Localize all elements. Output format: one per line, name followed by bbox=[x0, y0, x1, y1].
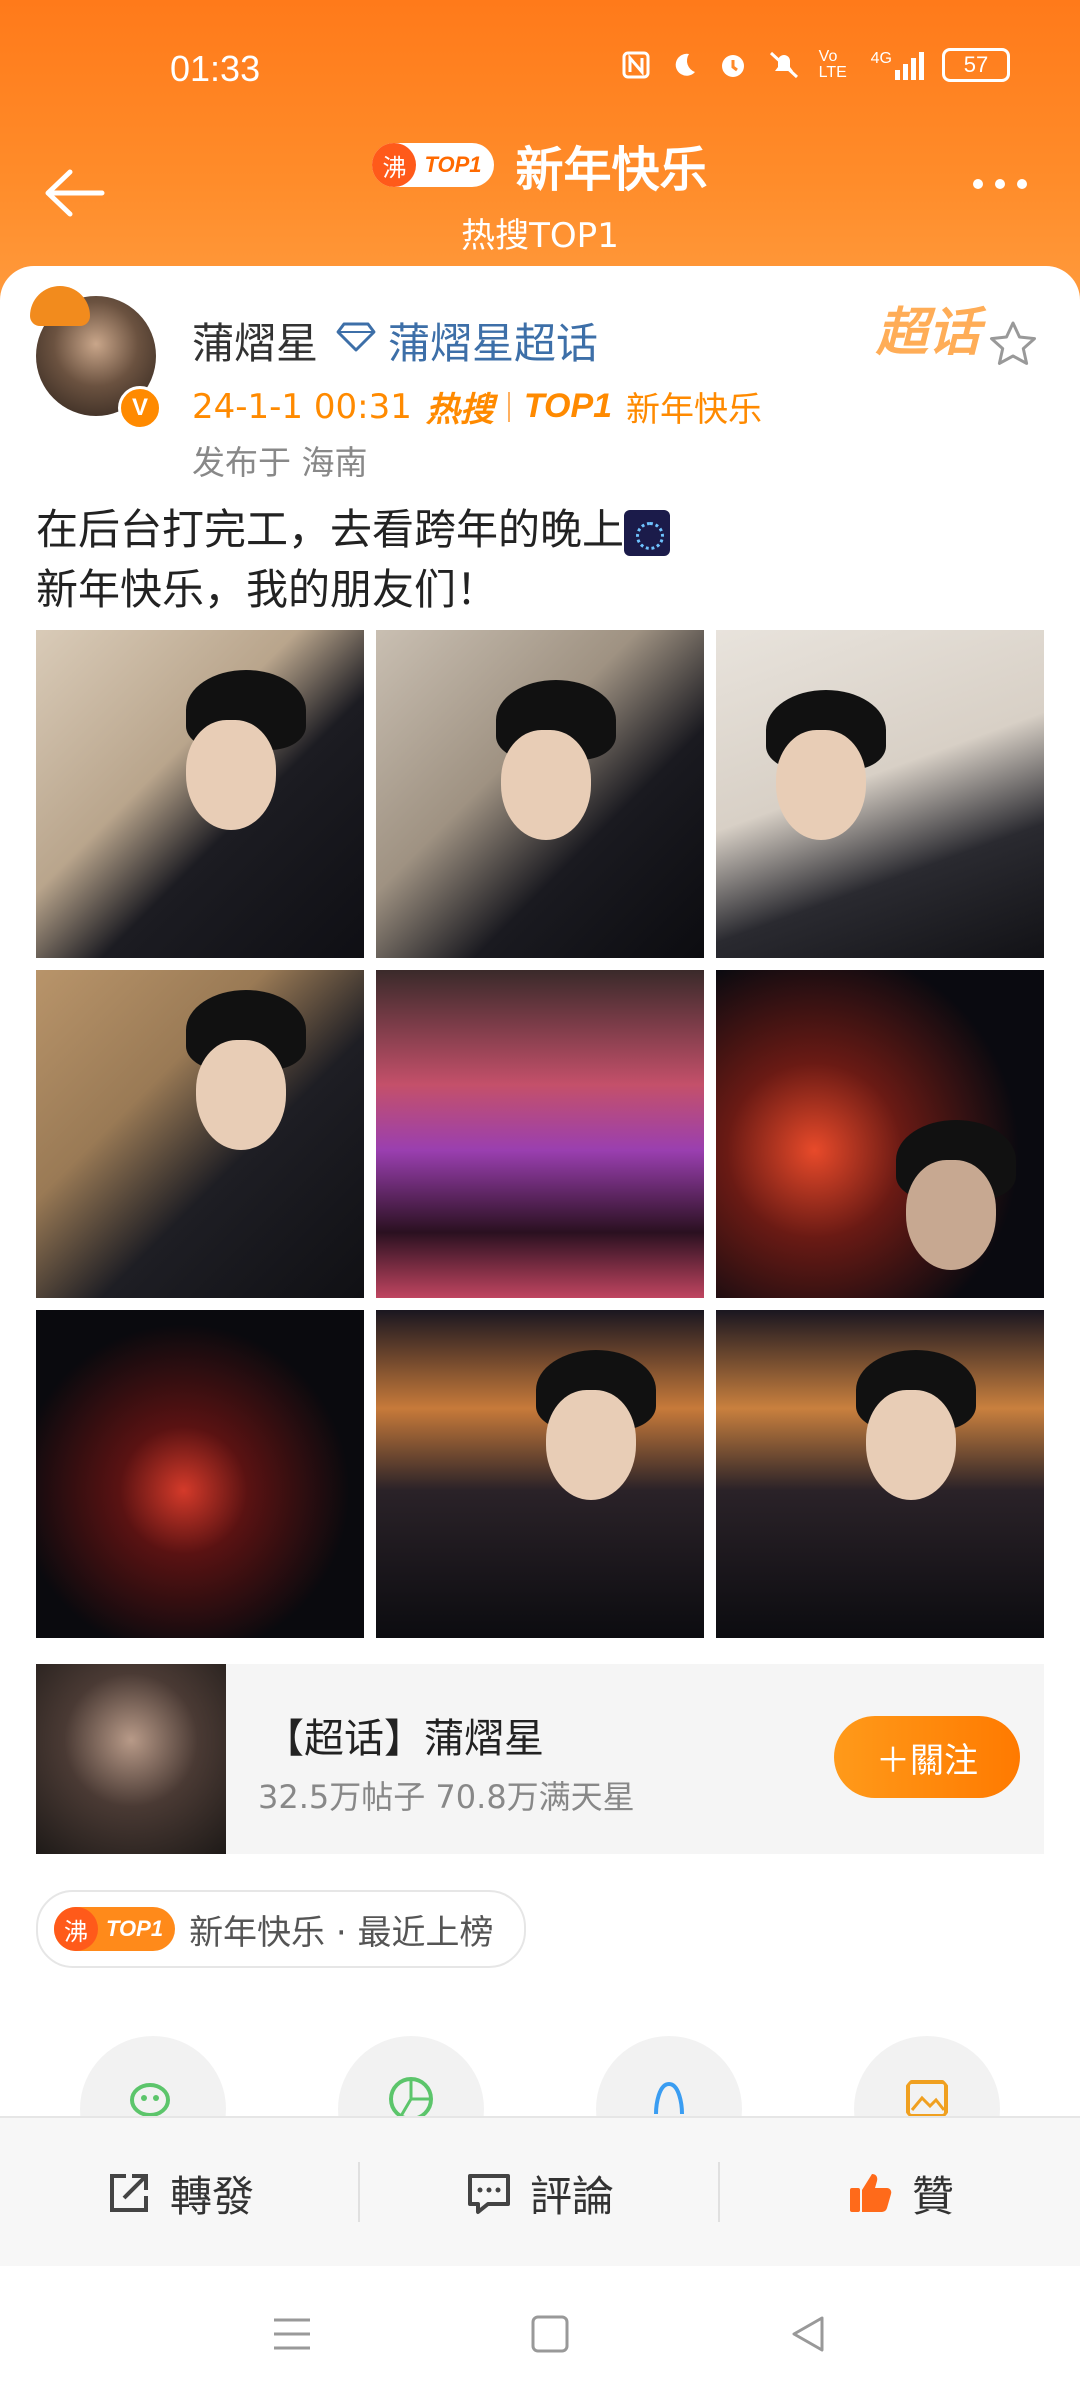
4g-signal-icon: 4G bbox=[871, 50, 924, 80]
status-bar: 01:33 Vo LTE 4G 57 bbox=[0, 48, 1080, 98]
comment-button[interactable]: 評論 bbox=[360, 2118, 718, 2268]
photo-8[interactable] bbox=[376, 1310, 704, 1638]
hot-search-label: 热搜 bbox=[425, 390, 494, 430]
status-icons: Vo LTE 4G 57 bbox=[621, 48, 1010, 82]
repost-icon bbox=[109, 2174, 148, 2212]
post-text-line1: 在后台打完工，去看跨年的晚上 bbox=[36, 505, 625, 554]
more-menu-icon[interactable] bbox=[960, 164, 1040, 204]
post-text-line2: 新年快乐，我的朋友们！ bbox=[36, 565, 499, 614]
moon-icon bbox=[675, 53, 695, 76]
fireworks-emoji-icon bbox=[624, 509, 671, 556]
hot-search-pill[interactable]: 沸 TOP1 新年快乐 · 最近上榜 bbox=[36, 1890, 526, 1968]
repost-label: 轉發 bbox=[169, 2171, 254, 2221]
favorite-star-icon[interactable] bbox=[986, 318, 1040, 372]
repost-button[interactable]: 轉發 bbox=[0, 2118, 358, 2268]
hot-topic-link[interactable]: 新年快乐 bbox=[626, 382, 762, 431]
like-button[interactable]: 贊 bbox=[720, 2118, 1080, 2268]
hot-pill-text: 新年快乐 · 最近上榜 bbox=[189, 1912, 494, 1953]
page-title: 新年快乐 bbox=[515, 142, 708, 198]
photo-9[interactable] bbox=[716, 1310, 1044, 1638]
hot-badge-label: TOP1 bbox=[424, 152, 482, 177]
network-label: 4G bbox=[870, 50, 892, 67]
supertopic-stats: 32.5万帖子 70.8万满天星 bbox=[258, 1778, 635, 1816]
post-meta: 24-1-1 00:31 热搜 TOP1 新年快乐 bbox=[192, 382, 762, 431]
page-subtitle: 热搜TOP1 bbox=[461, 216, 619, 256]
alarm-icon bbox=[721, 55, 744, 77]
username[interactable]: 蒲熠星 bbox=[192, 310, 318, 371]
thumbs-up-icon bbox=[849, 2174, 892, 2212]
supertopic-link[interactable]: 蒲熠星超话 bbox=[388, 310, 598, 371]
post-text: 在后台打完工，去看跨年的晚上 新年快乐，我的朋友们！ bbox=[36, 500, 1046, 620]
hot-badge-label: TOP1 bbox=[106, 1916, 164, 1941]
photo-grid bbox=[36, 630, 1044, 1638]
hot-badge: 沸 TOP1 bbox=[54, 1907, 176, 1951]
follow-button[interactable]: ＋關注 bbox=[834, 1716, 1020, 1798]
photo-7[interactable] bbox=[36, 1310, 364, 1638]
photo-1[interactable] bbox=[36, 630, 364, 958]
menu-icon[interactable] bbox=[270, 2312, 314, 2356]
hot-badge: 沸 TOP1 bbox=[372, 143, 494, 187]
supertopic-name: 【超话】蒲熠星 bbox=[264, 1716, 544, 1762]
photo-4[interactable] bbox=[36, 970, 364, 1298]
comment-label: 評論 bbox=[529, 2171, 614, 2221]
supertopic-watermark: 超话 bbox=[875, 303, 980, 363]
nfc-icon bbox=[622, 51, 650, 79]
photo-2[interactable] bbox=[376, 630, 704, 958]
boil-icon: 沸 bbox=[54, 1907, 98, 1951]
photo-5[interactable] bbox=[376, 970, 704, 1298]
nav-bar: 沸 TOP1 新年快乐 热搜TOP1 bbox=[0, 120, 1080, 260]
system-nav-bar bbox=[0, 2266, 1080, 2400]
battery-indicator: 57 bbox=[942, 48, 1010, 82]
nav-title-block: 沸 TOP1 新年快乐 热搜TOP1 bbox=[0, 130, 1080, 257]
post-location: 发布于 海南 bbox=[192, 443, 368, 482]
meta-divider bbox=[507, 391, 510, 422]
share-row bbox=[0, 2036, 1080, 2182]
supertopic-card[interactable]: 【超话】蒲熠星 32.5万帖子 70.8万满天星 ＋關注 bbox=[36, 1664, 1044, 1854]
photo-3[interactable] bbox=[716, 630, 1044, 958]
verified-v-icon: V bbox=[118, 386, 162, 430]
mute-icon bbox=[769, 51, 798, 79]
status-time: 01:33 bbox=[170, 48, 261, 89]
supertopic-thumbnail bbox=[36, 1664, 226, 1854]
photo-6[interactable] bbox=[716, 970, 1044, 1298]
boil-icon: 沸 bbox=[372, 143, 417, 187]
diamond-icon bbox=[336, 322, 376, 352]
hot-top-label: TOP1 bbox=[523, 387, 613, 425]
back-triangle-icon[interactable] bbox=[786, 2312, 830, 2356]
action-bar: 轉發 評論 贊 bbox=[0, 2116, 1080, 2268]
post-time: 24-1-1 00:31 bbox=[192, 386, 412, 427]
home-square-icon[interactable] bbox=[528, 2312, 572, 2356]
header: 01:33 Vo LTE 4G 57 沸 TOP1 新年快乐 热搜TOP1 bbox=[0, 0, 1080, 300]
like-label: 贊 bbox=[911, 2171, 954, 2221]
comment-icon bbox=[467, 2174, 510, 2214]
volte-icon: Vo LTE bbox=[818, 48, 847, 81]
